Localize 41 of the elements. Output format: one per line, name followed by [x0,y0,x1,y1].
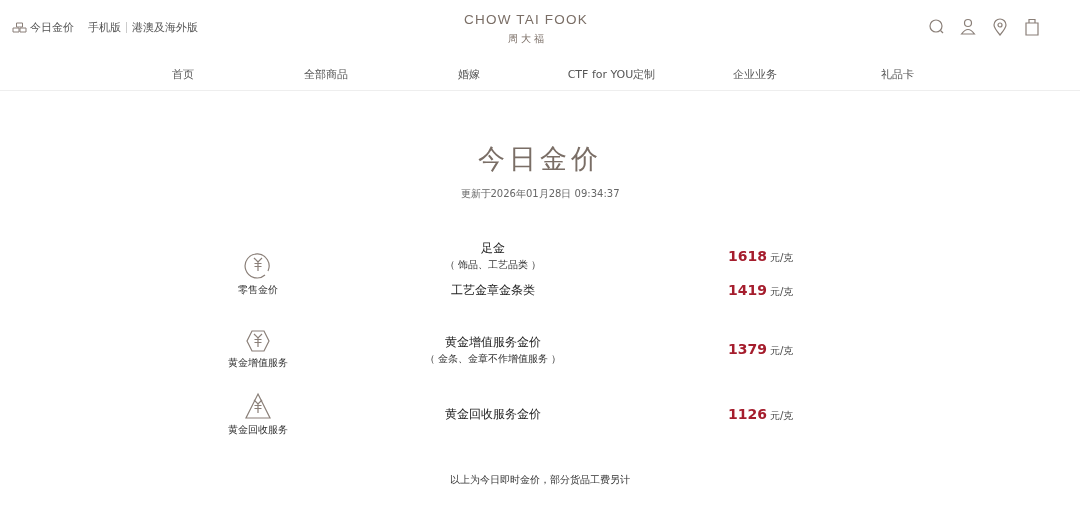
nav-link[interactable]: 企业业务 [683,66,826,82]
price-unit: 元/克 [769,409,794,423]
update-time: 更新于2026年01月28日 09:34:37 [460,187,620,201]
site-version-link[interactable]: 手机版 [88,20,121,35]
category-label: 零售金价 [238,282,278,297]
search-icon [928,18,944,36]
shopping-bag-button[interactable] [1024,18,1040,36]
price-value: 1419 [728,281,767,298]
location-pin-icon [992,18,1008,36]
product-type-name: 黄金增值服务金价 [445,333,541,351]
nav-link[interactable]: 首页 [111,66,254,82]
product-type-name: 足金 [481,240,505,257]
price-value: 1126 [728,406,767,422]
product-type-note: （ 金条、金章不作增值服务 ） [424,351,562,366]
yen-triangle-icon [243,392,273,420]
footnote: 以上为今日即时金价，部分货品工费另计 [450,473,630,487]
person-button[interactable] [960,18,976,36]
person-icon [960,18,976,36]
price-value: 1618 [728,247,767,264]
price-value: 1379 [728,341,767,357]
shopping-bag-icon [1024,18,1040,36]
price-unit: 元/克 [769,284,794,299]
ingot-stack-icon [12,22,27,33]
price-unit: 元/克 [769,250,794,265]
category-label: 黄金增值服务 [228,356,288,370]
price-unit: 元/克 [769,344,794,358]
product-type-note: （ 饰品、工艺品类 ） [444,258,542,272]
location-pin-button[interactable] [992,18,1008,36]
nav-link[interactable]: 礼品卡 [826,66,969,82]
nav-link[interactable]: CTF for YOU定制 [540,66,683,82]
site-version-link[interactable]: 港澳及海外版 [132,20,198,35]
brand-logo-chinese: 周 大 福 [507,32,545,46]
nav-link[interactable]: 全部商品 [254,66,397,82]
product-type-name: 黄金回收服务金价 [445,406,541,423]
page-title: 今日金价 [478,142,602,176]
today-price-link[interactable]: 今日金价 [12,20,74,35]
nav-link[interactable]: 婚嫁 [397,66,540,82]
product-type-name: 工艺金章金条类 [451,281,535,299]
category-label: 黄金回收服务 [228,423,288,437]
search-button[interactable] [928,18,944,36]
brand-logo-name: CHOW TAI FOOK [464,12,588,27]
